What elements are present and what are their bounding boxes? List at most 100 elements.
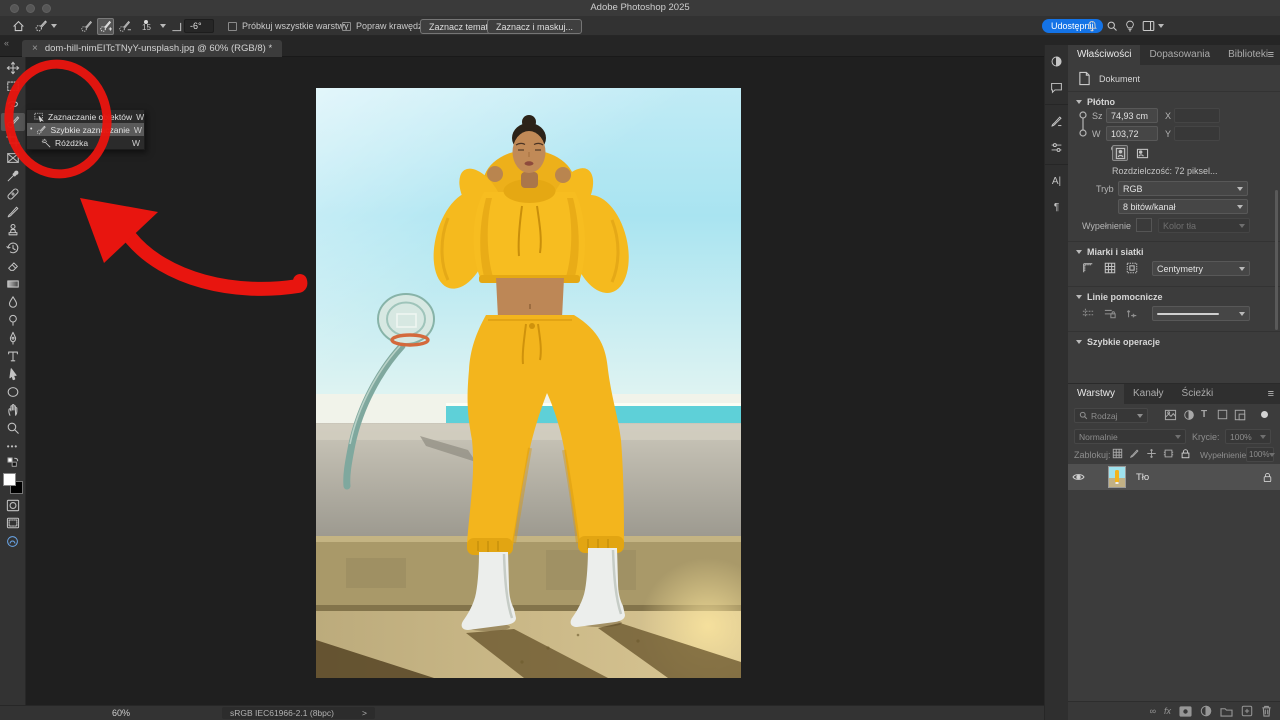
lock-artboard-button[interactable] bbox=[1163, 448, 1174, 459]
path-selection-tool[interactable] bbox=[1, 365, 25, 383]
lasso-tool[interactable] bbox=[1, 95, 25, 113]
mode-dropdown[interactable]: RGB bbox=[1118, 181, 1248, 196]
link-layers-button[interactable]: ∞ bbox=[1150, 706, 1156, 716]
properties-scrollbar[interactable] bbox=[1275, 190, 1278, 330]
select-subject-button[interactable]: Zaznacz temat bbox=[420, 19, 497, 34]
shape-tool[interactable] bbox=[1, 383, 25, 401]
width-field[interactable]: 74,93 cm bbox=[1106, 108, 1158, 123]
tab-paths[interactable]: Ścieżki bbox=[1173, 384, 1223, 404]
layer-visibility-toggle[interactable] bbox=[1068, 472, 1088, 482]
brush-size-chevron[interactable] bbox=[160, 16, 166, 36]
history-brush-tool[interactable] bbox=[1, 239, 25, 257]
panel-menu-icon[interactable]: ≡ bbox=[1268, 388, 1274, 400]
lock-pixels-button[interactable] bbox=[1129, 448, 1140, 459]
rulers-toggle-button[interactable] bbox=[1080, 260, 1096, 276]
tool-presets-panel-button[interactable] bbox=[1047, 137, 1067, 157]
add-layer-mask-button[interactable] bbox=[1179, 706, 1192, 717]
new-group-button[interactable] bbox=[1220, 706, 1233, 717]
zoom-level-field[interactable]: 60% bbox=[112, 708, 130, 718]
foreground-background-swatches[interactable] bbox=[2, 472, 24, 496]
filter-adjustment-layers-button[interactable] bbox=[1183, 409, 1195, 421]
eyedropper-tool[interactable] bbox=[1, 167, 25, 185]
guide-style-dropdown[interactable] bbox=[1152, 306, 1250, 321]
comments-panel-button[interactable] bbox=[1047, 77, 1067, 97]
filtering-toggle[interactable] bbox=[1261, 411, 1268, 418]
lock-all-button[interactable] bbox=[1180, 448, 1191, 459]
document-info[interactable]: sRGB IEC61966-2.1 (8bpc) > bbox=[222, 707, 375, 719]
tab-properties[interactable]: Właściwości bbox=[1068, 45, 1140, 65]
collapse-tabs-icon[interactable]: « bbox=[4, 38, 9, 48]
guides-section-header[interactable]: Linie pomocnicze bbox=[1076, 292, 1163, 302]
tool-preset-picker[interactable] bbox=[34, 16, 57, 36]
link-dimensions-icon[interactable] bbox=[1078, 109, 1088, 139]
color-panel-button[interactable] bbox=[1047, 51, 1067, 71]
filter-type-layers-button[interactable]: T bbox=[1201, 409, 1207, 420]
workspace-switcher[interactable] bbox=[1142, 16, 1164, 36]
brush-angle-field[interactable]: -6° bbox=[184, 19, 214, 33]
filter-shape-layers-button[interactable] bbox=[1217, 409, 1228, 420]
character-panel-button[interactable]: A| bbox=[1047, 171, 1067, 191]
tab-adjustments[interactable]: Dopasowania bbox=[1140, 45, 1219, 65]
menu-item-quick-selection[interactable]: • Szybkie zaznaczanie W bbox=[27, 123, 144, 136]
panel-menu-icon[interactable]: ≡ bbox=[1268, 49, 1274, 61]
dodge-tool[interactable] bbox=[1, 311, 25, 329]
layer-thumbnail[interactable] bbox=[1108, 466, 1126, 488]
add-to-selection-mode-button[interactable] bbox=[97, 18, 114, 35]
quick-mask-button[interactable] bbox=[1, 496, 25, 514]
grid-toggle-button[interactable] bbox=[1102, 260, 1118, 276]
foreground-color-swatch[interactable] bbox=[3, 473, 16, 486]
blur-tool[interactable] bbox=[1, 293, 25, 311]
new-guide-layout-button[interactable] bbox=[1124, 305, 1140, 321]
units-dropdown[interactable]: Centymetry bbox=[1152, 261, 1250, 276]
menu-item-object-selection[interactable]: Zaznaczanie obiektów W bbox=[27, 110, 144, 123]
healing-brush-tool[interactable] bbox=[1, 185, 25, 203]
new-adjustment-layer-button[interactable] bbox=[1200, 705, 1212, 717]
delete-layer-button[interactable] bbox=[1261, 705, 1272, 717]
canvas-section-header[interactable]: Płótno bbox=[1076, 97, 1115, 107]
crop-tool[interactable] bbox=[1, 131, 25, 149]
hand-tool[interactable] bbox=[1, 401, 25, 419]
brush-tool[interactable] bbox=[1, 203, 25, 221]
document-image[interactable] bbox=[316, 88, 741, 678]
search-button[interactable] bbox=[1106, 16, 1118, 36]
new-layer-button[interactable] bbox=[1241, 705, 1253, 717]
slices-toggle-button[interactable] bbox=[1124, 260, 1140, 276]
zoom-tool[interactable] bbox=[1, 419, 25, 437]
subtract-from-selection-mode-button[interactable] bbox=[116, 18, 133, 35]
landscape-orientation-button[interactable] bbox=[1134, 145, 1150, 161]
guides-toggle-button[interactable] bbox=[1080, 305, 1096, 321]
status-chevron-icon[interactable]: > bbox=[362, 708, 367, 718]
menu-item-magic-wand[interactable]: Różdżka W bbox=[27, 136, 144, 149]
height-field[interactable]: 103,72 cm bbox=[1106, 126, 1158, 141]
document-tab[interactable]: × dom-hill-nimEITcTNyY-unsplash.jpg @ 60… bbox=[22, 40, 282, 57]
bit-depth-dropdown[interactable]: 8 bitów/kanał bbox=[1118, 199, 1248, 214]
sample-all-layers-checkbox[interactable]: Próbkuj wszystkie warstwy bbox=[228, 16, 349, 36]
screen-mode-button[interactable] bbox=[1, 514, 25, 532]
eraser-tool[interactable] bbox=[1, 257, 25, 275]
tab-layers[interactable]: Warstwy bbox=[1068, 384, 1124, 404]
layer-name[interactable]: Tło bbox=[1136, 472, 1149, 483]
layer-filter-dropdown[interactable]: Rodzaj bbox=[1074, 408, 1148, 423]
quick-selection-tool[interactable] bbox=[1, 113, 25, 131]
portrait-orientation-button[interactable] bbox=[1112, 145, 1128, 161]
brush-size-picker[interactable]: 15 bbox=[142, 16, 151, 36]
refine-edge-checkbox[interactable]: Popraw krawędź bbox=[342, 16, 423, 36]
brush-settings-panel-button[interactable] bbox=[1047, 111, 1067, 131]
lock-position-button[interactable] bbox=[1146, 448, 1157, 459]
default-colors-button[interactable] bbox=[1, 455, 25, 469]
layer-effects-button[interactable]: fx bbox=[1164, 706, 1171, 716]
discover-button[interactable] bbox=[1124, 16, 1136, 36]
home-button[interactable] bbox=[12, 16, 25, 36]
gradient-tool[interactable] bbox=[1, 275, 25, 293]
frame-tool[interactable] bbox=[1, 149, 25, 167]
pen-tool[interactable] bbox=[1, 329, 25, 347]
filter-smart-objects-button[interactable] bbox=[1234, 409, 1246, 421]
filter-pixel-layers-button[interactable] bbox=[1164, 409, 1177, 421]
move-tool[interactable] bbox=[1, 59, 25, 77]
canvas-area[interactable] bbox=[26, 57, 1044, 705]
layer-row[interactable]: Tło bbox=[1068, 464, 1280, 490]
type-tool[interactable] bbox=[1, 347, 25, 365]
app-badge-icon[interactable] bbox=[1, 532, 25, 550]
select-and-mask-button[interactable]: Zaznacz i maskuj... bbox=[487, 19, 582, 34]
notifications-button[interactable] bbox=[1086, 16, 1098, 36]
